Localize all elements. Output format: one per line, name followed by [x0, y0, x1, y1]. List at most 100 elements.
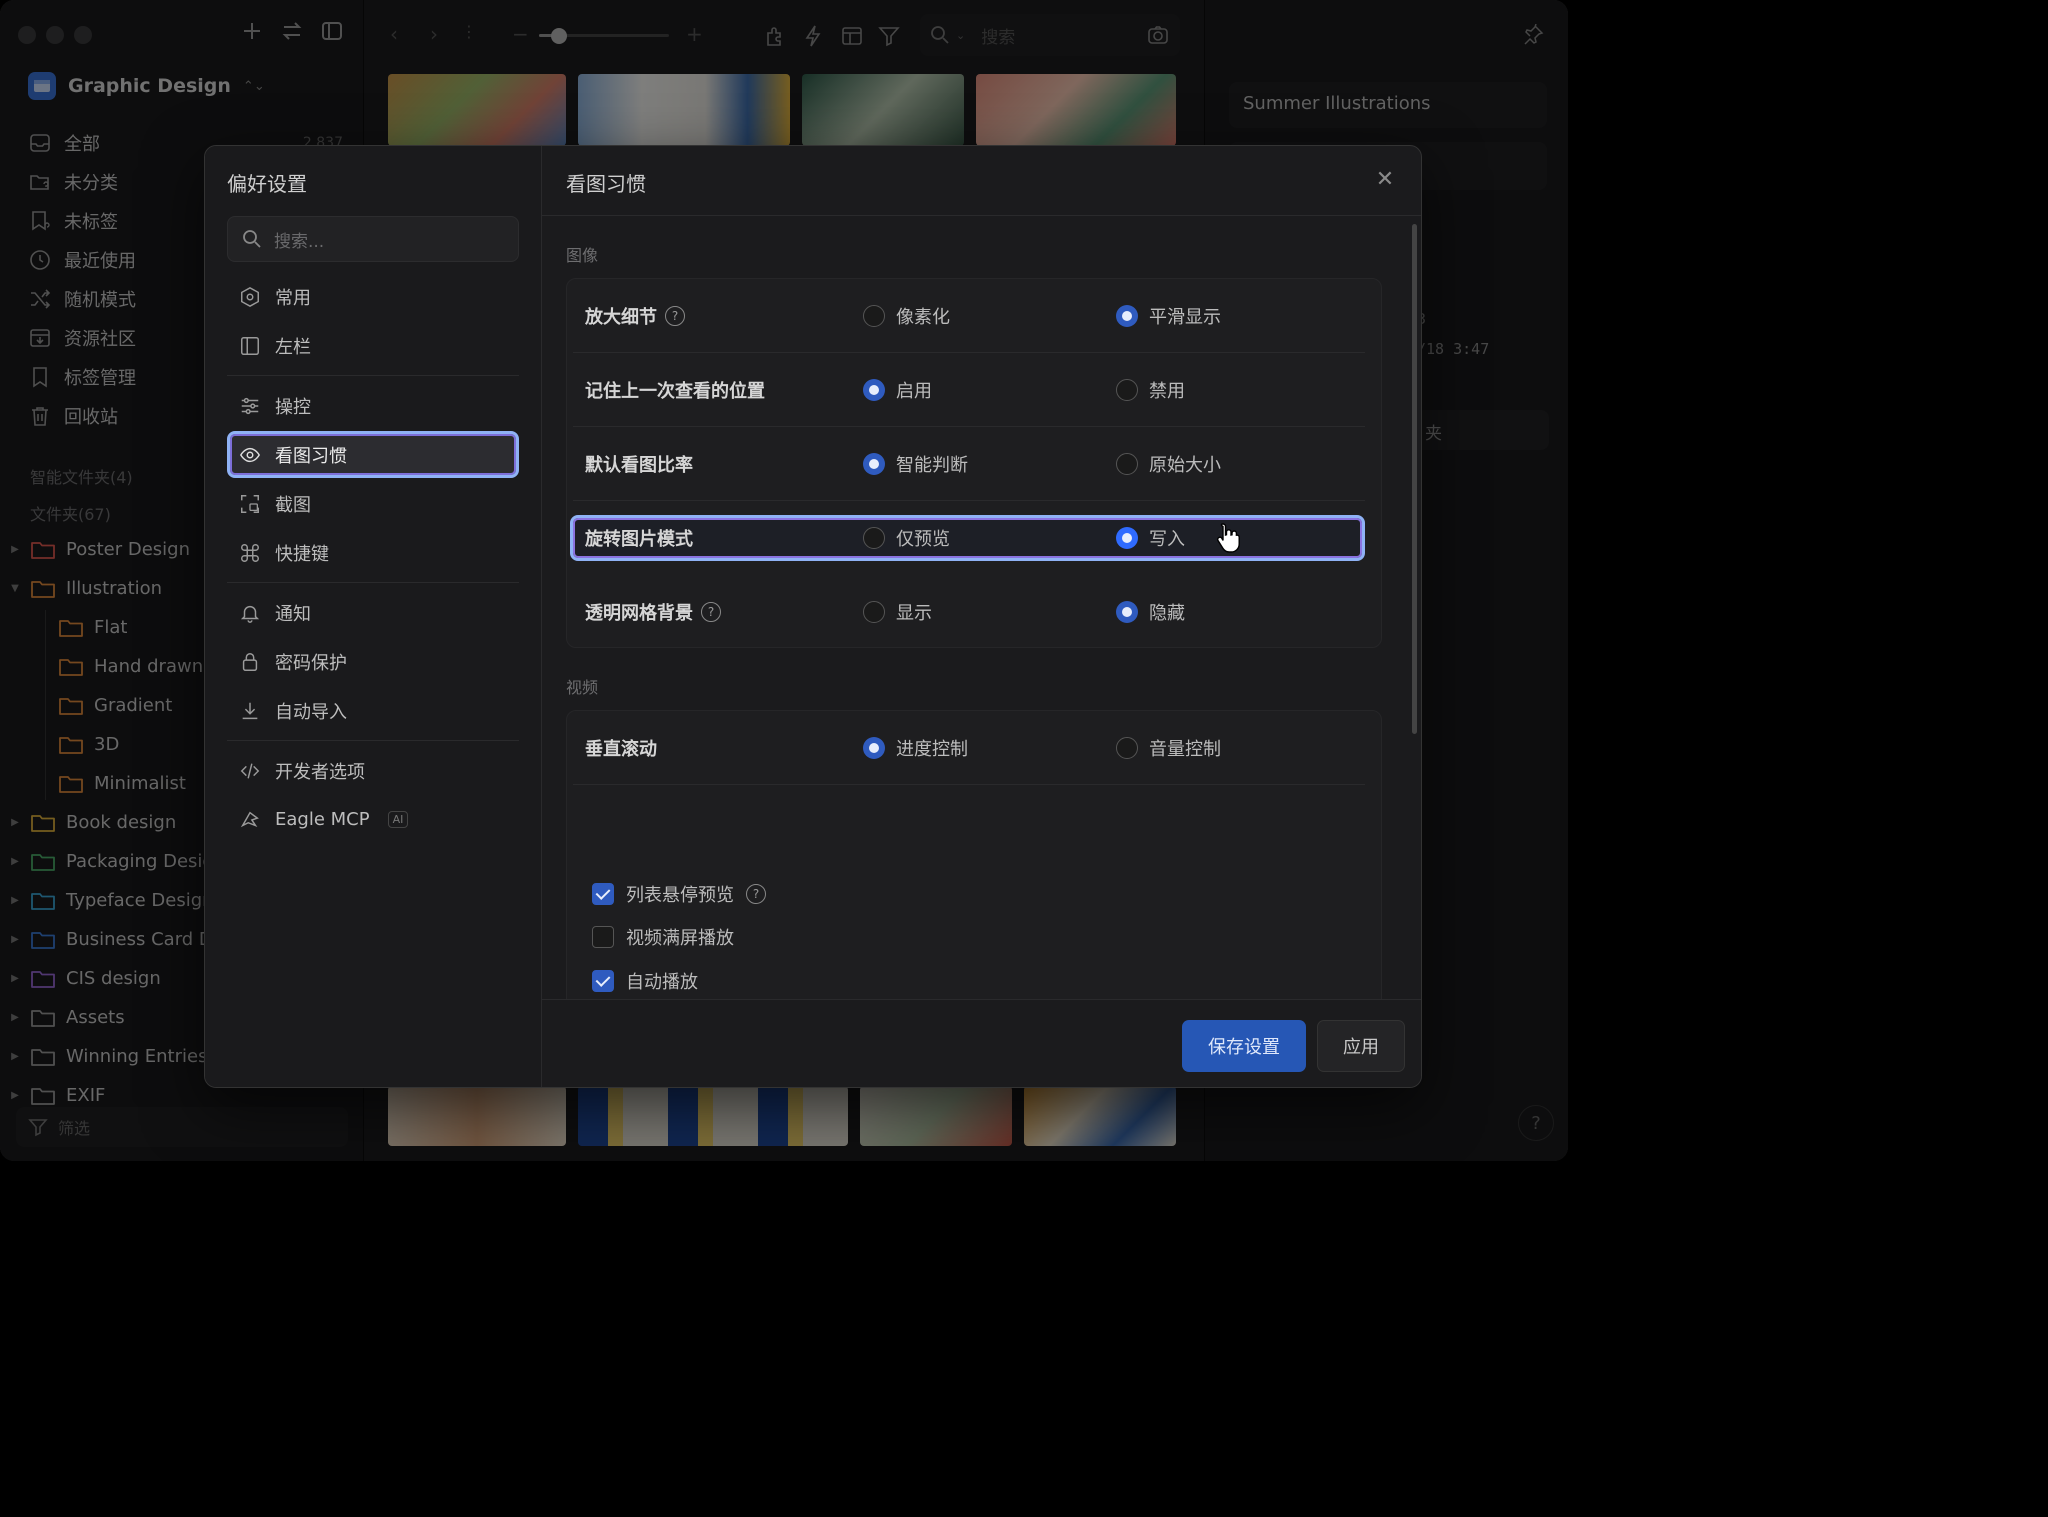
- checkbox[interactable]: [592, 882, 614, 905]
- radio-option[interactable]: 禁用: [1116, 377, 1185, 403]
- menu-item-label: 密码保护: [275, 652, 347, 674]
- help-icon[interactable]: ?: [701, 602, 721, 622]
- setting-label: 记住上一次查看的位置: [573, 377, 853, 403]
- section-title: 看图习惯: [566, 172, 646, 196]
- radio-option[interactable]: 进度控制: [863, 735, 968, 761]
- setting-label: 放大细节?: [573, 303, 853, 329]
- radio-option[interactable]: 隐藏: [1116, 599, 1185, 625]
- preferences-menu-item[interactable]: 通知: [227, 588, 519, 637]
- preferences-menu-item[interactable]: 常用: [227, 272, 519, 321]
- radio-label: 显示: [896, 603, 932, 624]
- radio-button[interactable]: [1116, 527, 1138, 549]
- radio-option[interactable]: 原始大小: [1116, 451, 1221, 477]
- radio-button[interactable]: [863, 452, 885, 475]
- radio-button[interactable]: [863, 601, 885, 623]
- setting-row: 垂直滚动 进度控制 音量控制: [573, 711, 1365, 785]
- preferences-menu-item[interactable]: 操控: [227, 381, 519, 430]
- setting-row: 透明网格背景? 显示 隐藏: [573, 575, 1365, 649]
- hand-cursor-icon: [1217, 523, 1240, 553]
- radio-option[interactable]: 启用: [863, 377, 932, 403]
- radio-option[interactable]: 写入: [1116, 525, 1185, 551]
- menu-separator: [227, 375, 519, 376]
- menu-item-label: 开发者选项: [275, 761, 365, 783]
- preferences-menu-item[interactable]: 开发者选项: [227, 746, 519, 795]
- preferences-sidebar: 偏好设置 搜索... 常用 左栏 操控 看图习惯 截图 快捷键 通知 密码保护 自动导入 开发者选…: [205, 146, 542, 1087]
- save-settings-button[interactable]: 保存设置: [1182, 1020, 1306, 1072]
- close-icon[interactable]: ✕: [1371, 166, 1399, 194]
- preferences-footer: 保存设置 应用: [542, 999, 1421, 1087]
- setting-label-text: 垂直滚动: [585, 738, 657, 760]
- menu-item-label: 自动导入: [275, 701, 347, 723]
- radio-label: 隐藏: [1149, 603, 1185, 624]
- radio-option[interactable]: 像素化: [863, 303, 950, 329]
- radio-button[interactable]: [863, 736, 885, 759]
- radio-option[interactable]: 平滑显示: [1116, 303, 1221, 329]
- lock-icon: [242, 652, 258, 671]
- radio-button[interactable]: [1116, 378, 1138, 401]
- preferences-menu-item[interactable]: Eagle MCP AI: [227, 795, 519, 844]
- radio-button[interactable]: [1116, 736, 1138, 759]
- preferences-menu-item[interactable]: 密码保护: [227, 637, 519, 686]
- preferences-search-input[interactable]: 搜索...: [227, 216, 519, 262]
- radio-button[interactable]: [1116, 452, 1138, 475]
- setting-row: 默认看图比率 智能判断 原始大小: [573, 427, 1365, 501]
- sidebar-icon: [241, 336, 259, 355]
- radio-label: 写入: [1149, 529, 1185, 550]
- preferences-menu-item[interactable]: 快捷键: [227, 528, 519, 577]
- bell-icon: [240, 605, 260, 623]
- checkbox-option[interactable]: 视频满屏播放: [592, 916, 840, 960]
- menu-item-label: Eagle MCP: [275, 809, 370, 830]
- menu-item-label: 截图: [275, 494, 311, 516]
- image-group-label: 图像: [566, 246, 599, 265]
- setting-row: 记住上一次查看的位置 启用 禁用: [573, 353, 1365, 427]
- preferences-menu-item[interactable]: 左栏: [227, 321, 519, 370]
- settings-scroll-area: 图像 放大细节? 像素化 平滑显示记住上一次查看的位置 启用 禁用默认看图比率 智能判断 原…: [542, 216, 1421, 999]
- menu-item-label: 左栏: [275, 336, 311, 358]
- checkbox-option[interactable]: 自动播放: [592, 959, 840, 999]
- radio-label: 像素化: [896, 306, 950, 328]
- checkbox[interactable]: [592, 926, 614, 949]
- search-icon: [243, 230, 261, 248]
- radio-option[interactable]: 仅预览: [863, 525, 950, 551]
- menu-item-label: 快捷键: [275, 543, 329, 565]
- radio-label: 智能判断: [896, 454, 968, 476]
- radio-button[interactable]: [1116, 601, 1138, 623]
- video-checkbox-list: 列表悬停预览?视频满屏播放自动播放记住上次播放位置循环播放少于 30 秒的视频: [592, 872, 840, 999]
- eagle-icon: [240, 811, 259, 827]
- radio-option[interactable]: 显示: [863, 599, 932, 625]
- radio-button[interactable]: [863, 527, 885, 549]
- checkbox-option[interactable]: 列表悬停预览?: [592, 872, 840, 916]
- radio-button[interactable]: [863, 378, 885, 401]
- menu-item-label: 通知: [275, 603, 311, 625]
- radio-option[interactable]: 智能判断: [863, 451, 968, 477]
- help-icon[interactable]: ?: [665, 305, 685, 326]
- preferences-content: 看图习惯 ✕ 图像 放大细节? 像素化 平滑显示记住上一次查看的位置 启用 禁用默认看图…: [542, 146, 1421, 1087]
- video-group-label: 视频: [566, 678, 599, 697]
- radio-label: 平滑显示: [1149, 306, 1221, 328]
- menu-separator: [227, 740, 519, 741]
- preferences-menu-item[interactable]: 看图习惯: [227, 431, 519, 478]
- setting-row: 放大细节? 像素化 平滑显示: [573, 279, 1365, 353]
- setting-label-text: 旋转图片模式: [585, 529, 693, 550]
- menu-separator: [227, 582, 519, 583]
- radio-button[interactable]: [1116, 304, 1138, 327]
- ai-badge: AI: [387, 811, 409, 828]
- preferences-menu-item[interactable]: 自动导入: [227, 686, 519, 735]
- command-icon: [241, 543, 259, 562]
- preferences-dialog: 偏好设置 搜索... 常用 左栏 操控 看图习惯 截图 快捷键 通知 密码保护 自动导入 开发者选…: [204, 145, 1422, 1088]
- checkbox[interactable]: [592, 969, 614, 992]
- help-icon[interactable]: ?: [746, 883, 766, 904]
- setting-label-text: 记住上一次查看的位置: [585, 380, 765, 402]
- download-icon: [242, 702, 258, 719]
- image-settings-card: 放大细节? 像素化 平滑显示记住上一次查看的位置 启用 禁用默认看图比率 智能判断 原始大小…: [566, 278, 1382, 648]
- preferences-menu-item[interactable]: 截图: [227, 479, 519, 528]
- screenshot-icon: [241, 494, 259, 513]
- apply-button[interactable]: 应用: [1317, 1020, 1405, 1072]
- settings-hex-icon: [241, 286, 259, 307]
- radio-button[interactable]: [863, 304, 885, 327]
- radio-option[interactable]: 音量控制: [1116, 735, 1221, 761]
- setting-label: 默认看图比率: [573, 451, 853, 477]
- app-window: Graphic Design ⌃⌄ 全部 2,837 未分类 未标签 最近使用 随机模式资…: [0, 0, 1568, 1161]
- radio-label: 禁用: [1149, 380, 1185, 402]
- preferences-search-placeholder: 搜索...: [274, 231, 325, 252]
